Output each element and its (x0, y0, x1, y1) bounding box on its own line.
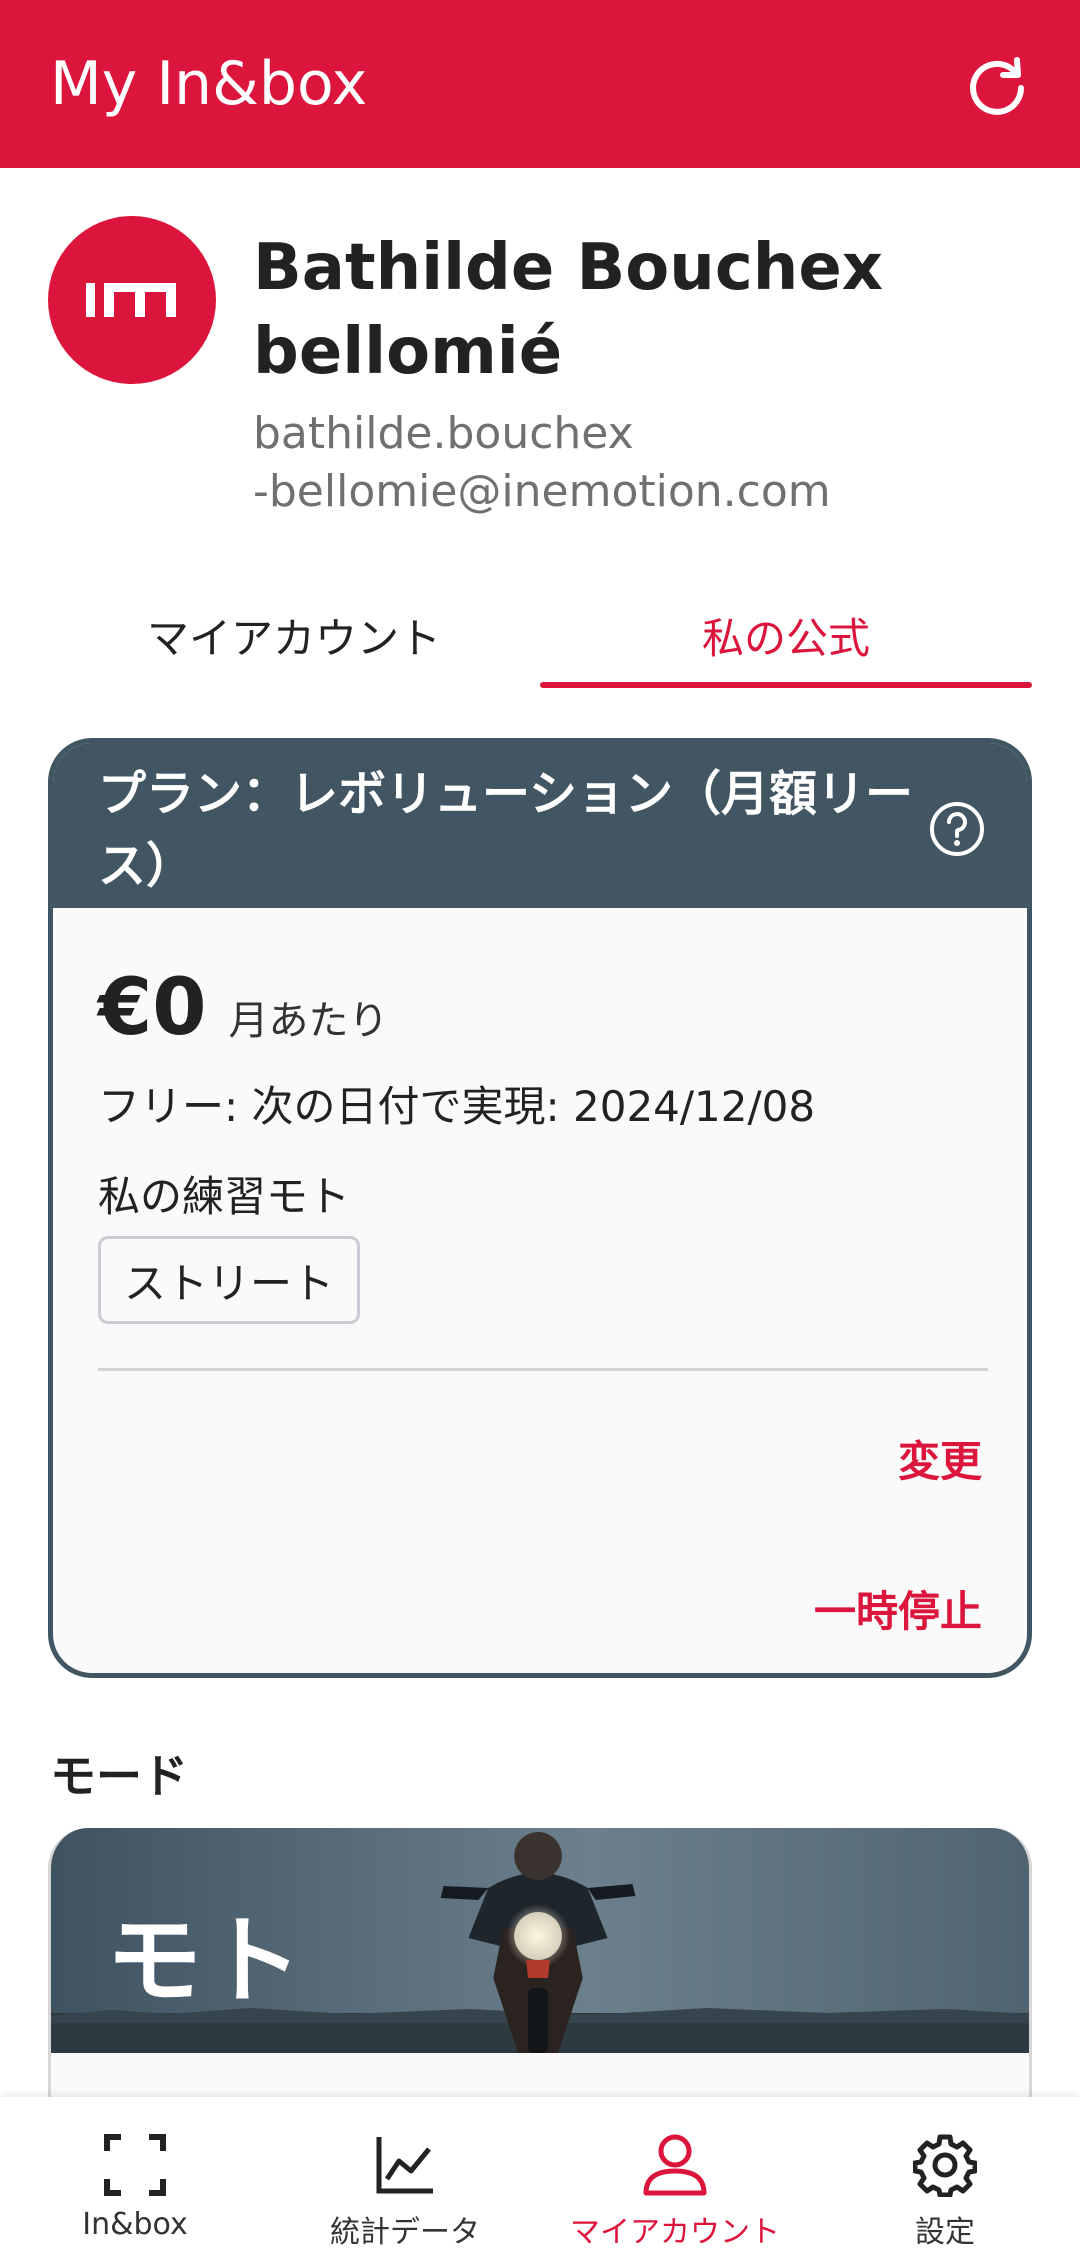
bottom-navigation: In&box 統計データ マイアカウント 設定 (0, 2097, 1080, 2267)
mode-card-label: モト (106, 1905, 306, 2017)
user-name-line2: bellomié (253, 315, 563, 389)
app-bar: My In&box (0, 0, 1080, 168)
user-email-line1: bathilde.bouchex (253, 408, 634, 459)
plan-price: €0 (98, 963, 207, 1053)
gear-icon (913, 2134, 977, 2197)
app-title: My In&box (50, 49, 368, 119)
plan-title: プラン：レボリューション（月額リース） (98, 766, 914, 894)
nav-item-my-account[interactable]: マイアカウント (540, 2097, 810, 2267)
refresh-button[interactable] (955, 44, 1039, 128)
plan-card: プラン：レボリューション（月額リース） €0 月あたり フリー: 次の日付で実現… (48, 738, 1032, 1678)
nav-item-inbox[interactable]: In&box (0, 2097, 270, 2267)
nav-label-my-account: マイアカウント (570, 2215, 780, 2250)
nav-label-inbox: In&box (82, 2207, 188, 2242)
nav-label-settings: 設定 (915, 2215, 975, 2250)
tab-bar: マイアカウント 私の公式 (48, 580, 1032, 690)
price-row: €0 月あたり (98, 963, 389, 1053)
practice-label: 私の練習モト (98, 1172, 351, 1221)
nav-item-settings[interactable]: 設定 (810, 2097, 1080, 2267)
help-icon (930, 802, 984, 856)
card-divider (98, 1368, 988, 1371)
refresh-icon (970, 57, 1024, 115)
scan-frame-icon (104, 2134, 166, 2196)
per-month-label: 月あたり (228, 998, 389, 1044)
practice-chip-street: ストリート (98, 1236, 360, 1324)
inemotion-logo (86, 283, 176, 317)
user-icon (643, 2134, 707, 2196)
pause-button[interactable]: 一時停止 (814, 1578, 982, 1639)
user-email: bathilde.bouchex -bellomie@inemotion.com (253, 405, 1053, 521)
user-name: Bathilde Bouchex bellomié (253, 226, 1043, 394)
plan-header: プラン：レボリューション（月額リース） (53, 743, 1027, 908)
help-button[interactable] (927, 799, 987, 859)
mode-heading: モード (50, 1749, 188, 1803)
tab-my-account[interactable]: マイアカウント (48, 580, 540, 690)
nav-item-stats[interactable]: 統計データ (270, 2097, 540, 2267)
line-chart-icon (376, 2137, 433, 2194)
change-button[interactable]: 変更 (898, 1428, 982, 1489)
active-tab-indicator (540, 682, 1032, 688)
avatar (48, 216, 216, 384)
free-until-text: フリー: 次の日付で実現: 2024/12/08 (98, 1082, 816, 1131)
nav-label-stats: 統計データ (330, 2215, 480, 2250)
user-email-line2: -bellomie@inemotion.com (253, 466, 831, 517)
user-name-line1: Bathilde Bouchex (253, 231, 883, 305)
tab-my-formula[interactable]: 私の公式 (540, 580, 1032, 690)
